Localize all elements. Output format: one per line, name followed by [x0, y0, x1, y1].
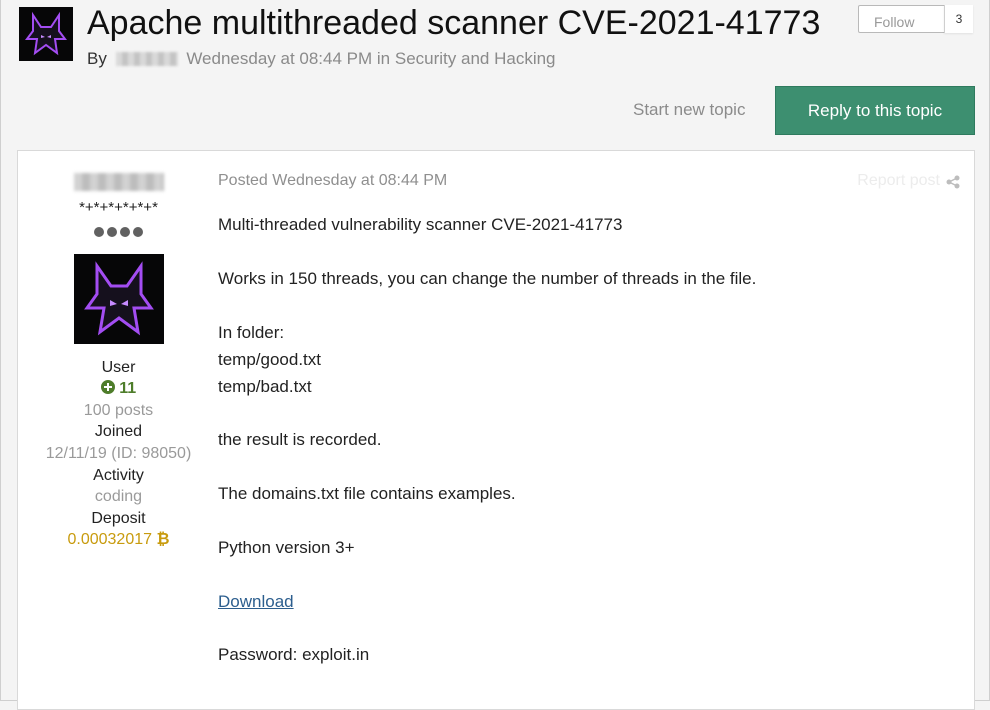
- by-label: By: [87, 49, 107, 68]
- forum-link[interactable]: Security and Hacking: [395, 49, 556, 68]
- topic-byline: By Wednesday at 08:44 PM in Security and…: [87, 49, 556, 69]
- in-label: in: [376, 49, 391, 68]
- start-new-topic-link[interactable]: Start new topic: [633, 100, 745, 120]
- activity-label: Activity: [93, 467, 144, 484]
- rank-pip: [107, 227, 117, 237]
- wolf-avatar-icon: [19, 7, 73, 61]
- author-title: *+*+*+*+*+*: [79, 199, 158, 216]
- download-link[interactable]: Download: [218, 592, 294, 612]
- post-text-line: In folder:: [218, 323, 285, 342]
- post-text-line: Python version 3+: [218, 538, 355, 557]
- follow-button[interactable]: Follow 3: [858, 5, 973, 33]
- topic-page: Apache multithreaded scanner CVE-2021-41…: [0, 0, 990, 710]
- topic-date: Wednesday at 08:44 PM: [186, 49, 373, 68]
- rank-pip: [120, 227, 130, 237]
- post-content: Posted Wednesday at 08:44 PM Report post…: [218, 151, 974, 709]
- author-name-redacted[interactable]: [74, 173, 164, 191]
- topic-author-avatar[interactable]: [19, 7, 73, 61]
- joined-label: Joined: [94, 423, 143, 440]
- post-text-line: the result is recorded.: [218, 430, 382, 449]
- report-post-link[interactable]: Report post: [857, 172, 940, 190]
- rank-pips: [94, 227, 144, 237]
- post-text-line: Multi-threaded vulnerability scanner CVE…: [218, 215, 623, 234]
- posted-prefix: Posted: [218, 172, 268, 189]
- wolf-avatar-icon: [74, 254, 164, 344]
- post-meta: Posted Wednesday at 08:44 PM: [218, 172, 447, 190]
- post-text-line: temp/bad.txt: [218, 377, 312, 396]
- author-reputation: 11: [18, 380, 219, 398]
- post-text-line: Works in 150 threads, you can change the…: [218, 269, 757, 288]
- rank-pip: [133, 227, 143, 237]
- post-author-avatar[interactable]: [74, 254, 164, 344]
- deposit-value-row: 0.00032017 ₿: [18, 531, 219, 549]
- posted-date[interactable]: Wednesday at 08:44 PM: [272, 172, 447, 189]
- page-title: Apache multithreaded scanner CVE-2021-41…: [87, 4, 821, 42]
- follow-label: Follow: [874, 14, 915, 30]
- reply-to-topic-button[interactable]: Reply to this topic: [775, 86, 975, 135]
- reputation-value: 11: [119, 380, 137, 397]
- post: *+*+*+*+*+* User 11 100 posts Joined 12/…: [17, 150, 975, 710]
- rank-pip: [94, 227, 104, 237]
- activity-value: coding: [94, 488, 143, 505]
- share-icon[interactable]: [946, 175, 960, 189]
- plus-circle-icon: [100, 380, 115, 394]
- author-posts: 100 posts: [83, 402, 154, 419]
- post-text-line: temp/good.txt: [218, 350, 322, 369]
- follower-count[interactable]: 3: [944, 5, 973, 33]
- deposit-label: Deposit: [91, 510, 146, 527]
- joined-value: 12/11/19 (ID: 98050): [45, 445, 192, 462]
- author-group: User: [101, 359, 136, 376]
- deposit-value: 0.00032017: [67, 531, 153, 548]
- bitcoin-icon: ₿: [156, 531, 170, 548]
- post-text-line: The domains.txt file contains examples.: [218, 484, 516, 503]
- post-text-line: Password: exploit.in: [218, 645, 370, 664]
- author-name-redacted[interactable]: [115, 52, 178, 66]
